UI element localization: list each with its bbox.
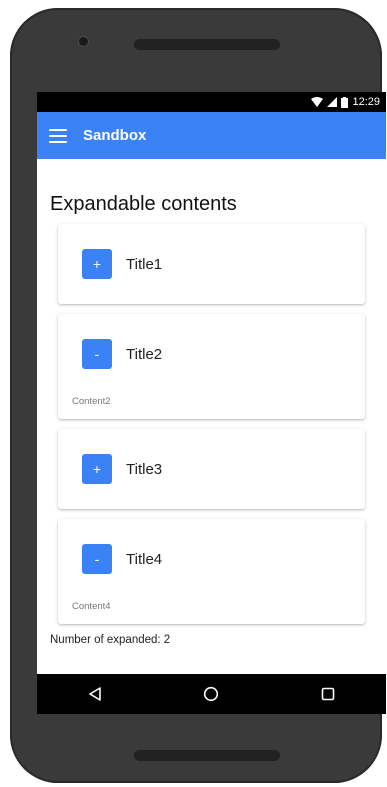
phone-frame: 12:29 Sandbox Expandable contents + Titl… [10, 8, 386, 783]
menu-icon[interactable] [49, 128, 67, 143]
navigation-bar [37, 674, 386, 714]
card-content: Content4 [72, 601, 111, 612]
device-screen: 12:29 Sandbox Expandable contents + Titl… [37, 92, 386, 714]
camera-lens [79, 37, 88, 46]
expandable-card-1: + Title1 [58, 224, 365, 304]
expand-toggle-button[interactable]: + [82, 249, 112, 279]
collapse-toggle-button[interactable]: - [82, 544, 112, 574]
expanded-count-text: Number of expanded: 2 [50, 634, 171, 646]
page-heading: Expandable contents [50, 193, 237, 215]
card-header: + Title3 [72, 429, 351, 509]
card-content: Content2 [72, 396, 111, 407]
expand-toggle-button[interactable]: + [82, 454, 112, 484]
main-content: Expandable contents + Title1 - Title2 Co… [37, 159, 386, 646]
back-icon[interactable] [80, 679, 110, 709]
card-title: Title2 [126, 345, 163, 363]
card-title: Title1 [126, 255, 163, 273]
card-title: Title3 [126, 460, 163, 478]
status-bar: 12:29 [37, 92, 386, 112]
battery-icon [341, 96, 349, 108]
bottom-speaker [134, 750, 280, 761]
card-header: - Title4 [72, 519, 351, 599]
collapse-toggle-button[interactable]: - [82, 339, 112, 369]
card-header: + Title1 [72, 224, 351, 304]
expandable-card-4: - Title4 Content4 [58, 519, 365, 624]
home-icon[interactable] [196, 679, 226, 709]
expandable-card-2: - Title2 Content2 [58, 314, 365, 419]
status-time: 12:29 [352, 96, 380, 108]
app-title: Sandbox [83, 127, 147, 144]
signal-icon [327, 97, 338, 107]
expandable-card-3: + Title3 [58, 429, 365, 509]
app-bar: Sandbox [37, 112, 386, 159]
recents-icon[interactable] [313, 679, 343, 709]
wifi-icon [311, 97, 324, 107]
card-header: - Title2 [72, 314, 351, 394]
card-title: Title4 [126, 550, 163, 568]
earpiece-speaker [134, 39, 280, 50]
